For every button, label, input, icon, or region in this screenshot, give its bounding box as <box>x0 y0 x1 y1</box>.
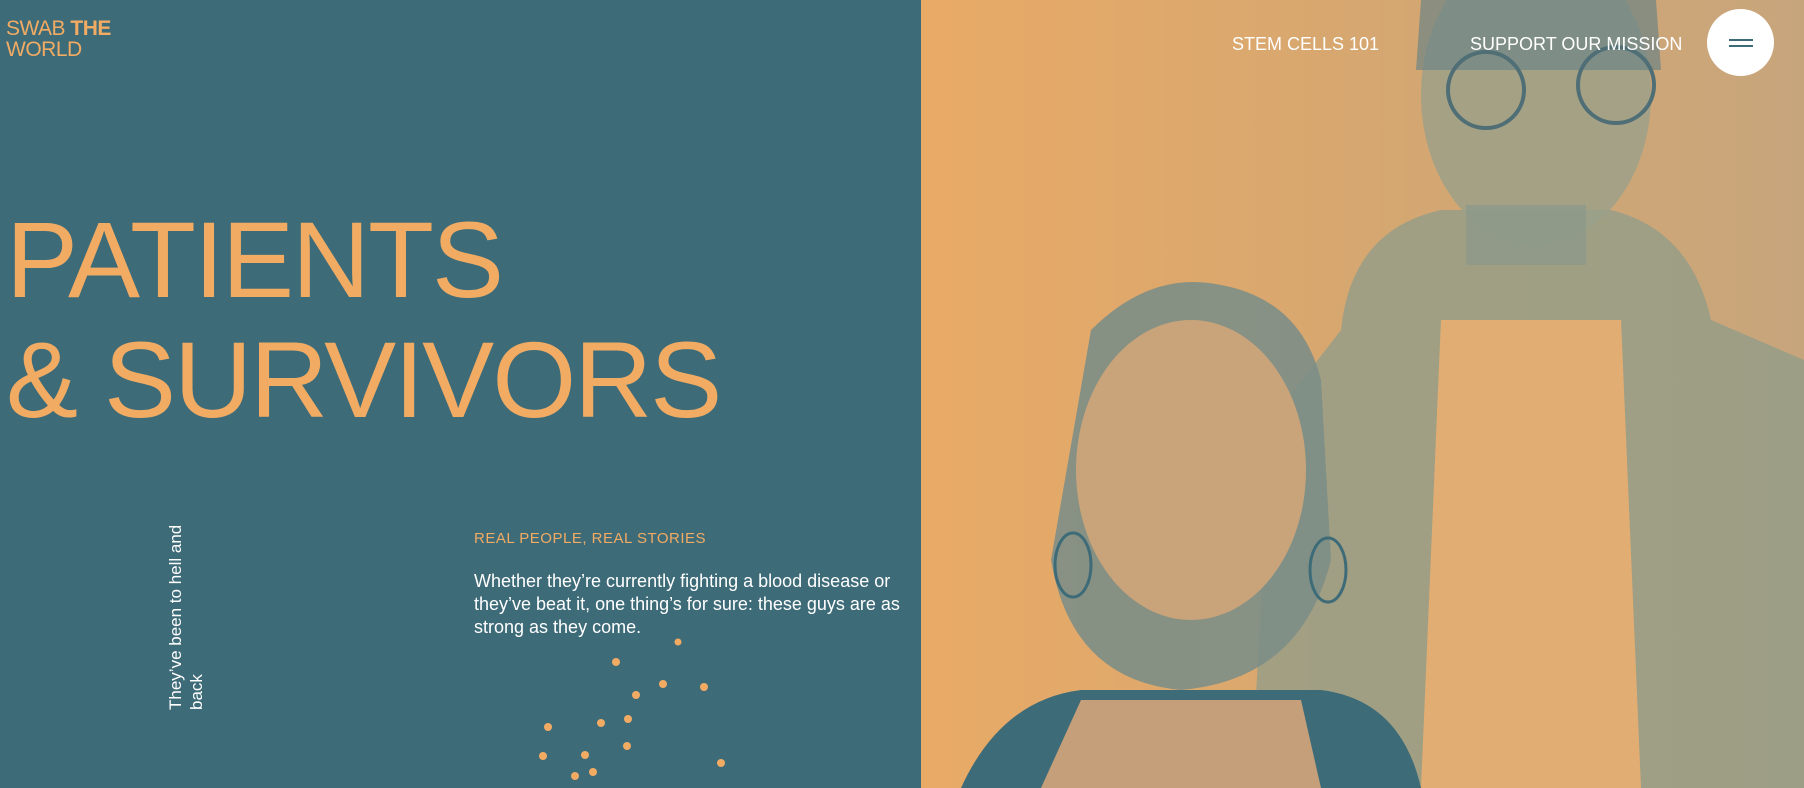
page-title-line2: & SURVIVORS <box>6 319 722 440</box>
dot <box>632 691 640 699</box>
dot <box>700 683 708 691</box>
menu-button[interactable] <box>1707 9 1774 76</box>
hamburger-menu-icon-line <box>1729 45 1753 47</box>
dot <box>581 751 589 759</box>
decorative-dots <box>539 638 725 780</box>
dot <box>674 638 682 646</box>
portrait-photo <box>921 0 1804 788</box>
dot <box>623 742 631 750</box>
section-eyebrow: REAL PEOPLE, REAL STORIES <box>474 530 707 547</box>
swab-the-world-logo[interactable]: SWAB THE WORLD <box>6 18 116 60</box>
nav-support-our-mission[interactable]: SUPPORT OUR MISSION <box>1470 34 1682 55</box>
dot <box>544 723 552 731</box>
portrait-illustration <box>921 0 1804 788</box>
dot <box>659 680 667 688</box>
dot <box>612 658 620 666</box>
logo-text-world: WORLD <box>6 38 82 61</box>
nav-stem-cells-101[interactable]: STEM CELLS 101 <box>1232 34 1379 55</box>
page-title: PATIENTS & SURVIVORS <box>6 199 722 440</box>
dot <box>624 715 632 723</box>
logo-text-swab: SWAB <box>6 17 71 40</box>
dot <box>597 719 605 727</box>
logo-text-the: THE <box>70 17 111 40</box>
dot <box>589 768 597 776</box>
hamburger-menu-icon <box>1729 39 1753 41</box>
intro-paragraph: Whether they’re currently fighting a blo… <box>474 571 900 637</box>
dot <box>717 759 725 767</box>
dot <box>571 772 579 780</box>
dot <box>539 752 547 760</box>
vertical-caption: They’ve been to hell and back <box>166 524 206 710</box>
page-title-line1: PATIENTS <box>6 199 504 320</box>
